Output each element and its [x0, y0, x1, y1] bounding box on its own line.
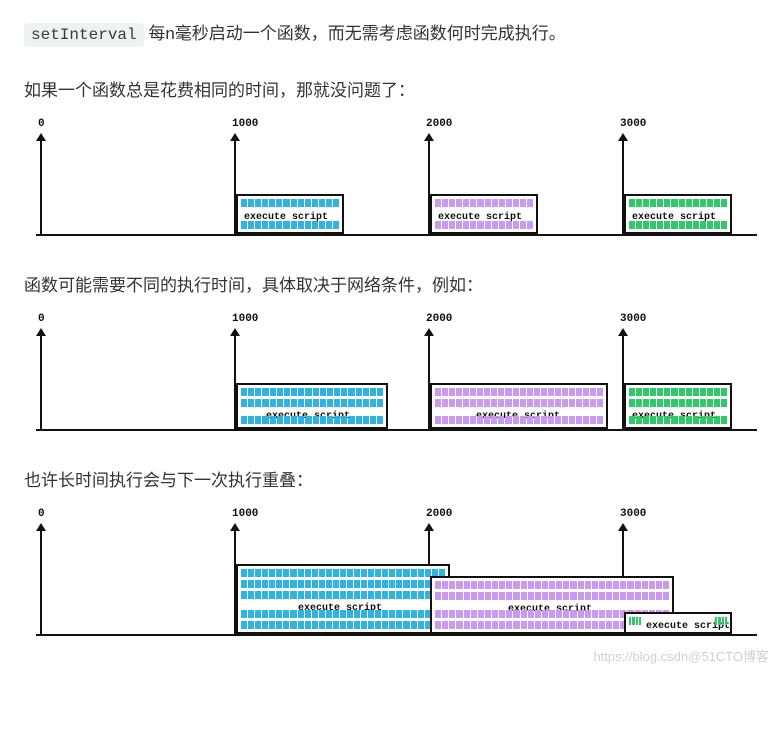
tick-label: 2000 [426, 505, 452, 524]
tick-label: 1000 [232, 115, 258, 134]
fill-row [241, 388, 383, 396]
arrowhead-icon [230, 133, 240, 141]
fill-row [629, 416, 727, 424]
tick-label: 2000 [426, 310, 452, 329]
tick-label: 0 [38, 310, 45, 329]
fill-row [629, 199, 727, 207]
exec-block-violet: execute script [430, 194, 538, 234]
fill-row [435, 581, 669, 589]
arrowhead-icon [36, 523, 46, 531]
arrowhead-icon [36, 133, 46, 141]
fill-row [241, 221, 339, 229]
code-setinterval: setInterval [24, 23, 144, 47]
exec-block-green: execute script [624, 194, 732, 234]
timeline-diagram-2: 0 1000 2000 3000 execute script execute … [24, 319, 757, 439]
tick-0: 0 [40, 141, 42, 236]
arrowhead-icon [230, 328, 240, 336]
exec-block-cyan: execute script [236, 194, 344, 234]
fill-row [241, 399, 383, 407]
arrowhead-icon [424, 133, 434, 141]
fill-row [629, 388, 727, 396]
watermark: https://blog.csdn@51CTO博客 [593, 646, 769, 668]
fill-row [629, 221, 727, 229]
fill-row [241, 610, 445, 618]
fill-row [241, 416, 383, 424]
fill-row [435, 388, 603, 396]
tick-label: 0 [38, 115, 45, 134]
arrowhead-icon [424, 523, 434, 531]
fill-row [435, 399, 603, 407]
exec-block-cyan: execute script [236, 564, 450, 634]
tick-label: 1000 [232, 505, 258, 524]
arrowhead-icon [618, 133, 628, 141]
arrowhead-icon [618, 328, 628, 336]
exec-block-green: execute script [624, 612, 732, 634]
fill-row [435, 199, 533, 207]
fill-row [715, 617, 727, 625]
tick-label: 3000 [620, 115, 646, 134]
fill-row [241, 591, 445, 599]
baseline [36, 234, 757, 236]
baseline [36, 429, 757, 431]
exec-block-cyan: execute script [236, 383, 388, 429]
fill-row [241, 199, 339, 207]
fill-row [629, 617, 641, 625]
tick-label: 3000 [620, 505, 646, 524]
tick-label: 3000 [620, 310, 646, 329]
intro-text: 每n毫秒启动一个函数，而无需考虑函数何时完成执行。 [144, 24, 566, 43]
fill-row [629, 399, 727, 407]
exec-block-green: execute script [624, 383, 732, 429]
section-3-text: 也许长时间执行会与下一次执行重叠： [24, 467, 757, 496]
section-1-text: 如果一个函数总是花费相同的时间，那就没问题了： [24, 77, 757, 106]
arrowhead-icon [36, 328, 46, 336]
timeline-diagram-1: 0 1000 2000 3000 execute script execute … [24, 124, 757, 244]
section-2-text: 函数可能需要不同的执行时间，具体取决于网络条件，例如： [24, 272, 757, 301]
fill-row [435, 592, 669, 600]
tick-label: 1000 [232, 310, 258, 329]
tick-0: 0 [40, 336, 42, 431]
fill-row [241, 580, 445, 588]
fill-row [435, 416, 603, 424]
fill-row [241, 621, 445, 629]
arrowhead-icon [618, 523, 628, 531]
tick-label: 0 [38, 505, 45, 524]
fill-row [241, 569, 445, 577]
exec-block-violet: execute script [430, 383, 608, 429]
tick-0: 0 [40, 531, 42, 636]
arrowhead-icon [230, 523, 240, 531]
timeline-diagram-3: 0 1000 2000 3000 execute script execute … [24, 514, 757, 644]
tick-label: 2000 [426, 115, 452, 134]
fill-row [435, 221, 533, 229]
arrowhead-icon [424, 328, 434, 336]
intro-paragraph: setInterval 每n毫秒启动一个函数，而无需考虑函数何时完成执行。 [24, 20, 757, 49]
